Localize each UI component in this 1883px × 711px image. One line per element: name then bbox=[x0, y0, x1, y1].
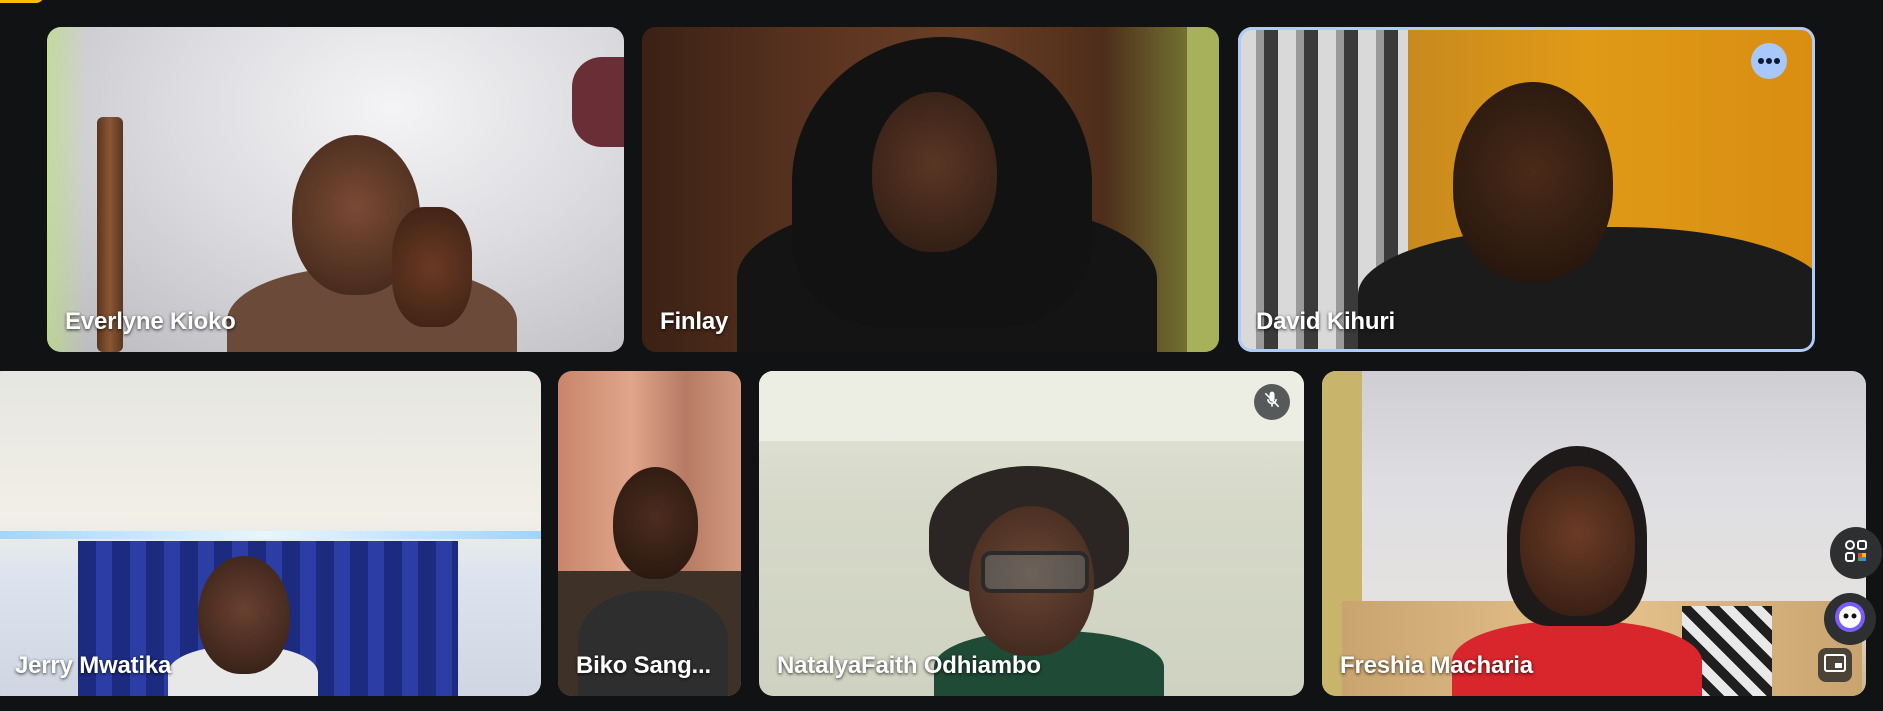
apps-icon bbox=[1842, 537, 1870, 570]
participant-tile-everlyne-kioko[interactable]: Everlyne Kioko bbox=[47, 27, 624, 352]
video-scene bbox=[759, 371, 1304, 696]
video-scene bbox=[1238, 27, 1815, 352]
muted-indicator bbox=[1254, 384, 1290, 420]
participant-name: Jerry Mwatika bbox=[15, 652, 172, 679]
companion-icon bbox=[1833, 600, 1867, 639]
participant-tile-david-kihuri[interactable]: David Kihuri bbox=[1238, 27, 1815, 352]
picture-in-picture-button[interactable] bbox=[1818, 648, 1852, 682]
participant-tile-jerry-mwatika[interactable]: Jerry Mwatika bbox=[0, 371, 541, 696]
participant-tile-freshia-macharia[interactable]: Freshia Macharia bbox=[1322, 371, 1866, 696]
mic-off-icon bbox=[1262, 390, 1282, 415]
participant-name: Biko Sang... bbox=[576, 652, 711, 679]
companion-button[interactable] bbox=[1824, 593, 1876, 645]
more-horiz-icon bbox=[1757, 52, 1781, 70]
participant-tile-finlay[interactable]: Finlay bbox=[642, 27, 1219, 352]
participant-name: Freshia Macharia bbox=[1340, 652, 1533, 679]
participant-name: Finlay bbox=[660, 308, 729, 335]
participant-tile-natalyafaith-odhiambo[interactable]: NatalyaFaith Odhiambo bbox=[759, 371, 1304, 696]
picture-in-picture-icon bbox=[1824, 653, 1846, 677]
video-scene bbox=[558, 371, 741, 696]
participant-name: NatalyaFaith Odhiambo bbox=[777, 652, 1041, 679]
video-scene bbox=[47, 27, 624, 352]
video-scene bbox=[0, 371, 541, 696]
more-options-button[interactable] bbox=[1751, 43, 1787, 79]
participant-name: Everlyne Kioko bbox=[65, 308, 236, 335]
activities-button[interactable] bbox=[1830, 527, 1882, 579]
participant-name: David Kihuri bbox=[1256, 308, 1395, 335]
video-scene bbox=[642, 27, 1219, 352]
video-scene bbox=[1322, 371, 1866, 696]
top-indicator bbox=[0, 0, 44, 3]
participant-tile-biko-sang[interactable]: Biko Sang... bbox=[558, 371, 741, 696]
